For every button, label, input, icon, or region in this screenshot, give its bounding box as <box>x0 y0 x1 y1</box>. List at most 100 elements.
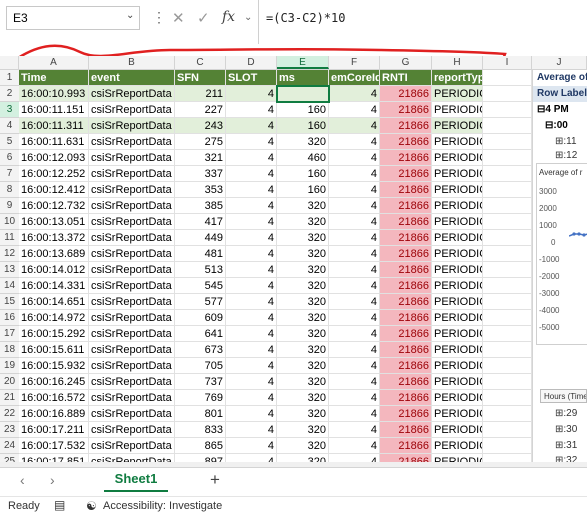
cell-event[interactable]: csiSrReportData <box>89 422 175 438</box>
cell-reporttype[interactable]: PERIODIC_CSI <box>432 294 483 310</box>
cell-reporttype[interactable]: PERIODIC_CSI <box>432 342 483 358</box>
cell-reporttype[interactable]: PERIODIC_CSI <box>432 326 483 342</box>
cell-sfn[interactable]: 321 <box>175 150 226 166</box>
row-header[interactable]: 8 <box>0 182 19 198</box>
row-header[interactable]: 20 <box>0 374 19 390</box>
cell-event[interactable]: csiSrReportData <box>89 102 175 118</box>
cell-slot[interactable]: 4 <box>226 182 277 198</box>
cell-sfn[interactable]: 577 <box>175 294 226 310</box>
cell-rnti[interactable]: 21866 <box>380 406 432 422</box>
cell-sfn[interactable]: 641 <box>175 326 226 342</box>
cell-ms[interactable]: 320 <box>277 422 329 438</box>
select-all-corner[interactable] <box>0 56 19 69</box>
empty-cell[interactable] <box>483 342 532 358</box>
column-header-j[interactable]: J <box>532 56 587 69</box>
header-rnti[interactable]: RNTI <box>380 70 432 86</box>
empty-cell[interactable] <box>483 246 532 262</box>
header-reporttype[interactable]: reportTyp <box>432 70 483 86</box>
sheet-tab-sheet1[interactable]: Sheet1 <box>104 468 168 492</box>
pivot-chart[interactable]: Average of r 3000 2000 1000 0 -1000 -200… <box>536 163 587 345</box>
cell-rnti[interactable]: 21866 <box>380 166 432 182</box>
cell-reporttype[interactable]: PERIODIC_CSI <box>432 246 483 262</box>
fx-chevron-icon[interactable]: ⌄ <box>244 12 252 23</box>
cell-ms[interactable]: 320 <box>277 214 329 230</box>
cell-sfn[interactable]: 833 <box>175 422 226 438</box>
cell-ms[interactable]: 320 <box>277 406 329 422</box>
cell-emcoreid[interactable]: 4 <box>329 182 380 198</box>
cell-emcoreid[interactable]: 4 <box>329 230 380 246</box>
header-emcoreid[interactable]: emCoreId <box>329 70 380 86</box>
row-header[interactable]: 17 <box>0 326 19 342</box>
cell-reporttype[interactable]: PERIODIC_CSI <box>432 278 483 294</box>
cell-event[interactable]: csiSrReportData <box>89 134 175 150</box>
name-box[interactable]: E3 <box>6 6 140 30</box>
cell-time[interactable]: 16:00:16.889 <box>19 406 89 422</box>
cell-event[interactable]: csiSrReportData <box>89 358 175 374</box>
cell-slot[interactable]: 4 <box>226 406 277 422</box>
cell-ms[interactable]: 320 <box>277 198 329 214</box>
column-header-d[interactable]: D <box>226 56 277 69</box>
cell-ms[interactable]: 320 <box>277 342 329 358</box>
cell-emcoreid[interactable]: 4 <box>329 438 380 454</box>
cell-ms[interactable]: 160 <box>277 182 329 198</box>
cell-ms[interactable]: 320 <box>277 230 329 246</box>
row-header[interactable]: 5 <box>0 134 19 150</box>
cell-emcoreid[interactable]: 4 <box>329 326 380 342</box>
cell-slot[interactable]: 4 <box>226 118 277 134</box>
cell-slot[interactable]: 4 <box>226 230 277 246</box>
cell-slot[interactable]: 4 <box>226 262 277 278</box>
cell-emcoreid[interactable]: 4 <box>329 246 380 262</box>
cell-event[interactable]: csiSrReportData <box>89 166 175 182</box>
cell-rnti[interactable]: 21866 <box>380 310 432 326</box>
empty-cell[interactable] <box>483 182 532 198</box>
cell-slot[interactable]: 4 <box>226 358 277 374</box>
cell-sfn[interactable]: 211 <box>175 86 226 102</box>
cell-sfn[interactable]: 243 <box>175 118 226 134</box>
cell-slot[interactable]: 4 <box>226 390 277 406</box>
empty-cell[interactable] <box>483 198 532 214</box>
cell-rnti[interactable]: 21866 <box>380 118 432 134</box>
cell-reporttype[interactable]: PERIODIC_CSI <box>432 166 483 182</box>
worksheet-grid[interactable]: Time event SFN SLOT ms emCoreId RNTI rep… <box>19 70 532 466</box>
cell-sfn[interactable]: 227 <box>175 102 226 118</box>
cell-sfn[interactable]: 417 <box>175 214 226 230</box>
header-event[interactable]: event <box>89 70 175 86</box>
cell-rnti[interactable]: 21866 <box>380 150 432 166</box>
cell-reporttype[interactable]: PERIODIC_CSI <box>432 262 483 278</box>
header-slot[interactable]: SLOT <box>226 70 277 86</box>
cell-event[interactable]: csiSrReportData <box>89 326 175 342</box>
cell-event[interactable]: csiSrReportData <box>89 214 175 230</box>
cell-reporttype[interactable]: PERIODIC_CSI <box>432 406 483 422</box>
cell-sfn[interactable]: 609 <box>175 310 226 326</box>
cell-sfn[interactable]: 769 <box>175 390 226 406</box>
cell-sfn[interactable]: 705 <box>175 358 226 374</box>
row-header[interactable]: 14 <box>0 278 19 294</box>
cell-event[interactable]: csiSrReportData <box>89 406 175 422</box>
column-header-i[interactable]: I <box>483 56 532 69</box>
cell-emcoreid[interactable]: 4 <box>329 102 380 118</box>
cell-sfn[interactable]: 737 <box>175 374 226 390</box>
cell-sfn[interactable]: 275 <box>175 134 226 150</box>
cell-time[interactable]: 16:00:10.993 <box>19 86 89 102</box>
cell-ms[interactable]: 320 <box>277 358 329 374</box>
cell-event[interactable]: csiSrReportData <box>89 390 175 406</box>
cell-time[interactable]: 16:00:14.651 <box>19 294 89 310</box>
row-header[interactable]: 16 <box>0 310 19 326</box>
cell-time[interactable]: 16:00:13.372 <box>19 230 89 246</box>
empty-cell[interactable] <box>483 86 532 102</box>
cell-ms[interactable]: 320 <box>277 438 329 454</box>
cell-time[interactable]: 16:00:17.532 <box>19 438 89 454</box>
cell-time[interactable]: 16:00:11.151 <box>19 102 89 118</box>
column-header-b[interactable]: B <box>89 56 175 69</box>
cell-rnti[interactable]: 21866 <box>380 102 432 118</box>
cell-slot[interactable]: 4 <box>226 246 277 262</box>
cell-reporttype[interactable]: PERIODIC_CSI <box>432 230 483 246</box>
cell-time[interactable]: 16:00:16.245 <box>19 374 89 390</box>
empty-cell[interactable] <box>483 390 532 406</box>
cell-reporttype[interactable]: PERIODIC_CSI <box>432 374 483 390</box>
cell-event[interactable]: csiSrReportData <box>89 182 175 198</box>
cell-slot[interactable]: 4 <box>226 102 277 118</box>
empty-cell[interactable] <box>483 422 532 438</box>
cell-emcoreid[interactable]: 4 <box>329 134 380 150</box>
cell-sfn[interactable]: 673 <box>175 342 226 358</box>
